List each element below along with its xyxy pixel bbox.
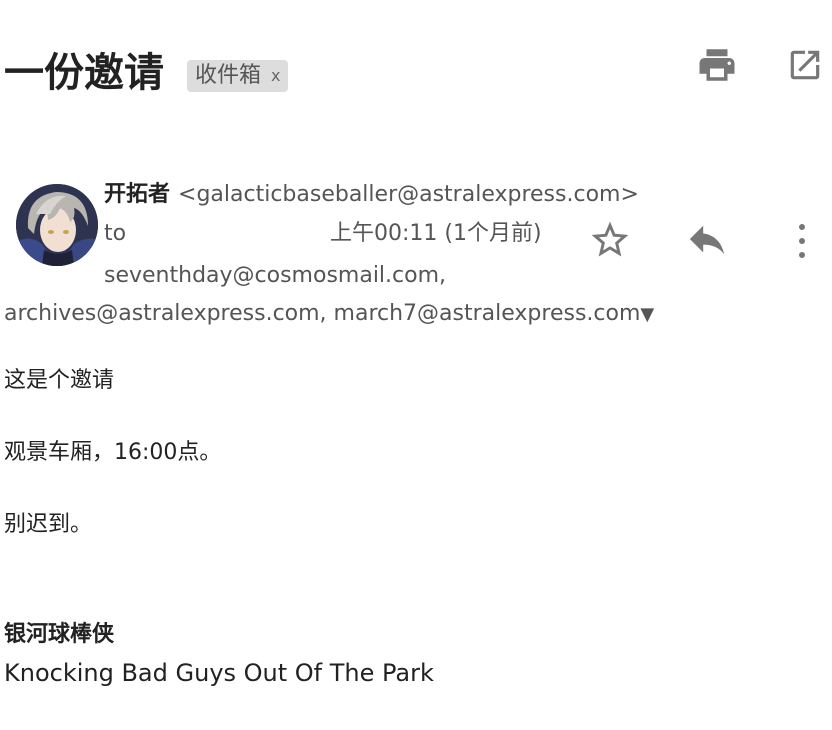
body-line: 别迟到。 — [4, 512, 93, 537]
reply-icon — [689, 225, 725, 255]
star-button[interactable] — [588, 218, 632, 262]
more-vertical-icon — [799, 224, 805, 258]
signature-name: 银河球棒侠 — [4, 622, 115, 647]
recipients-line-1: seventhday@cosmosmail.com, — [104, 263, 447, 288]
avatar[interactable] — [16, 184, 98, 266]
sender-name[interactable]: 开拓者 — [104, 182, 170, 207]
print-button[interactable] — [696, 44, 738, 86]
signature-tagline: Knocking Bad Guys Out Of The Park — [4, 659, 434, 687]
label-chip-inbox[interactable]: 收件箱 x — [187, 60, 289, 92]
sender-avatar-image — [16, 184, 98, 266]
to-label: to — [104, 221, 127, 246]
body-line: 观景车厢，16:00点。 — [4, 440, 222, 465]
body-line: 这是个邀请 — [4, 368, 115, 393]
print-icon — [699, 49, 735, 81]
recipients-list: seventhday@cosmosmail.com, archives@astr… — [4, 257, 724, 334]
recipients-dropdown-caret[interactable]: ▼ — [640, 304, 654, 325]
sender-email: <galacticbaseballer@astralexpress.com> — [178, 182, 639, 207]
remove-label-button[interactable]: x — [271, 60, 280, 92]
star-outline-icon — [591, 221, 629, 257]
email-subject: 一份邀请 — [4, 50, 164, 96]
more-options-button[interactable] — [790, 220, 814, 262]
sender-line: 开拓者 <galacticbaseballer@astralexpress.com… — [104, 180, 639, 210]
recipients-line-2-text: archives@astralexpress.com, march7@astra… — [4, 301, 641, 326]
open-in-new-window-icon — [790, 50, 820, 80]
reply-button[interactable] — [684, 220, 730, 260]
open-in-new-window-button[interactable] — [786, 46, 824, 84]
email-date: 上午00:11 (1个月前) — [330, 221, 542, 246]
recipients-line-2: archives@astralexpress.com, march7@astra… — [4, 295, 724, 334]
label-chip-text: 收件箱 — [195, 63, 262, 88]
